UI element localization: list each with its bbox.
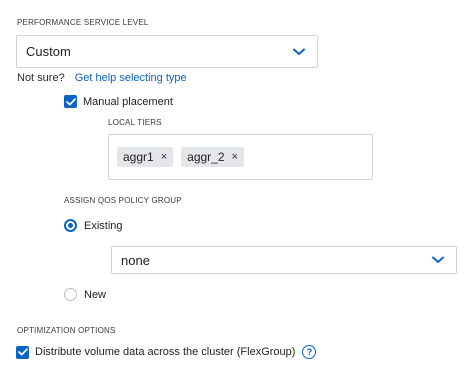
close-icon[interactable]: × (161, 151, 167, 163)
tier-chip-label: aggr_2 (187, 150, 225, 164)
tier-chip-aggr-2: aggr_2 × (181, 147, 244, 167)
get-help-link[interactable]: Get help selecting type (75, 72, 187, 84)
local-tiers-label: LOCAL TIERS (108, 118, 162, 127)
performance-service-level-select[interactable]: Custom (16, 35, 318, 68)
volume-options-panel: PERFORMANCE SERVICE LEVEL Custom Not sur… (0, 0, 474, 379)
manual-placement-checkbox-row[interactable]: Manual placement (64, 95, 173, 108)
qos-policy-select[interactable]: none (111, 246, 457, 274)
distribute-volume-label: Distribute volume data across the cluste… (35, 346, 296, 358)
tier-chip-label: aggr1 (123, 150, 154, 164)
existing-radio[interactable] (64, 219, 77, 232)
not-sure-text: Not sure? (17, 72, 65, 84)
help-circle-icon[interactable]: ? (302, 345, 317, 359)
qos-policy-value: none (121, 252, 150, 268)
chevron-down-icon (432, 256, 444, 264)
performance-service-level-label: PERFORMANCE SERVICE LEVEL (17, 18, 149, 27)
check-icon (17, 348, 28, 356)
qos-existing-option[interactable]: Existing (64, 219, 123, 232)
new-radio[interactable] (64, 288, 77, 301)
existing-radio-label: Existing (84, 219, 123, 232)
new-radio-label: New (84, 288, 107, 301)
distribute-volume-checkbox[interactable] (16, 345, 29, 359)
check-icon (65, 97, 76, 105)
close-icon[interactable]: × (232, 151, 238, 163)
manual-placement-checkbox[interactable] (64, 95, 77, 108)
local-tiers-input[interactable]: aggr1 × aggr_2 × (108, 134, 373, 180)
qos-new-option[interactable]: New (64, 288, 106, 301)
qos-policy-group-label: ASSIGN QOS POLICY GROUP (64, 196, 182, 205)
distribute-volume-checkbox-row[interactable]: Distribute volume data across the cluste… (16, 345, 317, 359)
optimization-options-label: OPTIMIZATION OPTIONS (17, 326, 116, 335)
help-hint: Not sure? Get help selecting type (17, 72, 187, 84)
manual-placement-label: Manual placement (83, 95, 173, 108)
performance-service-level-value: Custom (26, 44, 71, 59)
chevron-down-icon (293, 48, 305, 56)
tier-chip-aggr1: aggr1 × (117, 147, 174, 167)
